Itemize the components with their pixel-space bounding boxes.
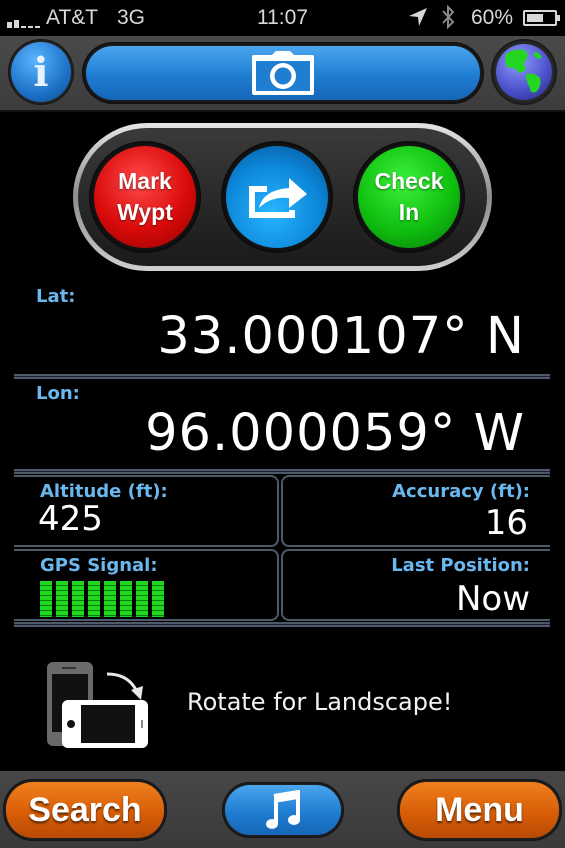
search-button-label: Search: [6, 782, 164, 838]
altitude-cell: Altitude (ft): 425: [14, 475, 279, 547]
gps-signal-bar: [152, 581, 164, 617]
battery-icon: [523, 10, 557, 26]
share-arrow-icon: [249, 178, 307, 218]
latitude-value: 33.000107° N: [157, 307, 525, 366]
menu-button[interactable]: Menu: [397, 779, 562, 841]
gps-signal-bar: [104, 581, 116, 617]
check-in-label-line2: In: [398, 199, 420, 225]
gps-signal-bar: [72, 581, 84, 617]
altitude-value: 425: [38, 499, 103, 539]
gps-signal-bar: [88, 581, 100, 617]
menu-button-label: Menu: [400, 782, 559, 838]
longitude-label: Lon:: [36, 383, 80, 404]
mark-waypoint-label-line1: Mark: [118, 168, 172, 194]
last-position-cell: Last Position: Now: [281, 549, 550, 621]
top-toolbar: i: [0, 36, 565, 112]
longitude-value: 96.000059° W: [145, 404, 525, 463]
latitude-panel: Lat: 33.000107° N: [0, 283, 565, 376]
action-button-group: Mark Wypt Check In: [73, 123, 492, 271]
accuracy-value: 16: [484, 503, 528, 543]
info-button[interactable]: i: [8, 39, 74, 105]
info-icon: i: [11, 42, 71, 102]
battery-tip: [557, 15, 560, 21]
bottom-toolbar: Search Menu: [0, 771, 565, 848]
gps-signal-label: GPS Signal:: [40, 555, 158, 576]
mark-waypoint-label-line2: Wypt: [117, 199, 173, 225]
camera-icon: [252, 51, 314, 95]
bluetooth-icon: [442, 4, 455, 30]
gps-signal-cell: GPS Signal:: [14, 549, 279, 621]
gps-signal-bar: [136, 581, 148, 617]
location-arrow-icon: [409, 8, 427, 26]
battery-fill: [527, 14, 543, 22]
share-button[interactable]: [221, 141, 333, 253]
check-in-button[interactable]: Check In: [353, 141, 465, 253]
battery-percent: 60%: [471, 6, 514, 29]
accuracy-label: Accuracy (ft):: [392, 481, 530, 502]
globe-icon: [505, 49, 542, 93]
status-bar: AT&T 3G 11:07 60%: [0, 0, 565, 36]
gps-signal-bar: [56, 581, 68, 617]
music-note-icon: [266, 790, 300, 829]
divider: [14, 622, 550, 627]
divider: [14, 469, 550, 474]
last-position-label: Last Position:: [391, 555, 530, 576]
music-button[interactable]: [222, 782, 344, 838]
rotate-device-icon: [47, 662, 148, 748]
longitude-panel: Lon: 96.000059° W: [0, 380, 565, 473]
gps-signal-meter: [40, 581, 164, 617]
mark-waypoint-button[interactable]: Mark Wypt: [89, 141, 201, 253]
gps-signal-bar: [120, 581, 132, 617]
divider: [14, 374, 550, 379]
latitude-label: Lat:: [36, 286, 76, 307]
last-position-value: Now: [455, 579, 530, 619]
check-in-label-line1: Check: [374, 168, 444, 194]
search-button[interactable]: Search: [3, 779, 167, 841]
gps-signal-bar: [40, 581, 52, 617]
globe-button[interactable]: [491, 39, 557, 105]
rotate-hint-text: Rotate for Landscape!: [187, 688, 453, 716]
camera-button[interactable]: [82, 42, 484, 104]
accuracy-cell: Accuracy (ft): 16: [281, 475, 550, 547]
